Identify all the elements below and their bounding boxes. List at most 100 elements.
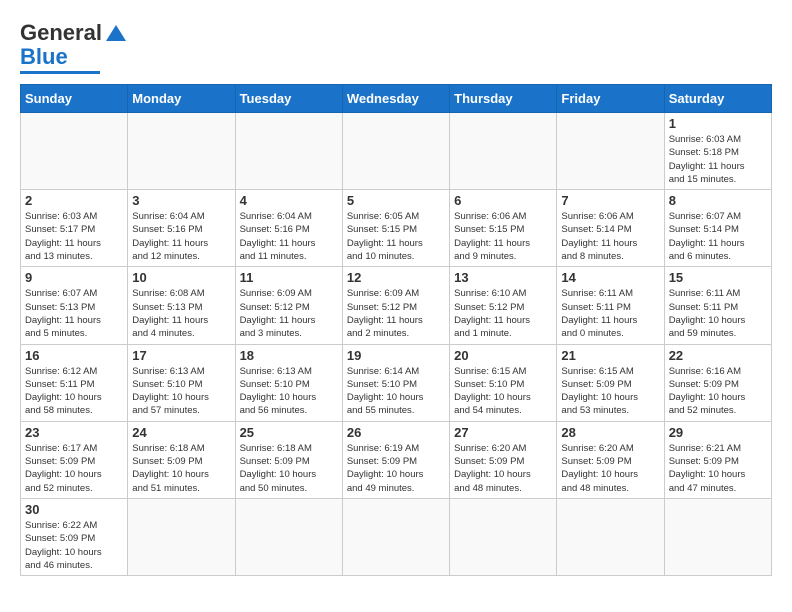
day-number: 19 xyxy=(347,348,445,363)
calendar-row: 23 Sunrise: 6:17 AM Sunset: 5:09 PM Dayli… xyxy=(21,421,772,498)
calendar-cell: 17Sunrise: 6:13 AM Sunset: 5:10 PM Dayli… xyxy=(128,344,235,421)
calendar-cell xyxy=(664,498,771,575)
day-info: Sunrise: 6:04 AM Sunset: 5:16 PM Dayligh… xyxy=(132,210,230,263)
weekday-monday: Monday xyxy=(128,85,235,113)
calendar-cell: 10 Sunrise: 6:08 AM Sunset: 5:13 PM Dayli… xyxy=(128,267,235,344)
calendar-cell xyxy=(21,113,128,190)
day-number: 24 xyxy=(132,425,230,440)
day-number: 8 xyxy=(669,193,767,208)
day-number: 1 xyxy=(669,116,767,131)
day-number: 27 xyxy=(454,425,552,440)
day-number: 14 xyxy=(561,270,659,285)
day-number: 29 xyxy=(669,425,767,440)
day-info: Sunrise: 6:13 AM Sunset: 5:10 PM Dayligh… xyxy=(240,365,338,418)
day-info: Sunrise: 6:15 AM Sunset: 5:09 PM Dayligh… xyxy=(561,365,659,418)
calendar-cell xyxy=(557,498,664,575)
calendar-cell: 23 Sunrise: 6:17 AM Sunset: 5:09 PM Dayli… xyxy=(21,421,128,498)
day-info: Sunrise: 6:06 AM Sunset: 5:15 PM Dayligh… xyxy=(454,210,552,263)
calendar-row: 2Sunrise: 6:03 AM Sunset: 5:17 PM Daylig… xyxy=(21,190,772,267)
day-info: Sunrise: 6:13 AM Sunset: 5:10 PM Dayligh… xyxy=(132,365,230,418)
day-number: 15 xyxy=(669,270,767,285)
calendar-cell: 5 Sunrise: 6:05 AM Sunset: 5:15 PM Daylig… xyxy=(342,190,449,267)
day-info: Sunrise: 6:20 AM Sunset: 5:09 PM Dayligh… xyxy=(561,442,659,495)
calendar-cell: 4 Sunrise: 6:04 AM Sunset: 5:16 PM Daylig… xyxy=(235,190,342,267)
day-info: Sunrise: 6:04 AM Sunset: 5:16 PM Dayligh… xyxy=(240,210,338,263)
day-info: Sunrise: 6:21 AM Sunset: 5:09 PM Dayligh… xyxy=(669,442,767,495)
day-info: Sunrise: 6:10 AM Sunset: 5:12 PM Dayligh… xyxy=(454,287,552,340)
weekday-wednesday: Wednesday xyxy=(342,85,449,113)
calendar-cell: 12Sunrise: 6:09 AM Sunset: 5:12 PM Dayli… xyxy=(342,267,449,344)
calendar-cell: 15 Sunrise: 6:11 AM Sunset: 5:11 PM Dayli… xyxy=(664,267,771,344)
day-info: Sunrise: 6:09 AM Sunset: 5:12 PM Dayligh… xyxy=(347,287,445,340)
day-info: Sunrise: 6:05 AM Sunset: 5:15 PM Dayligh… xyxy=(347,210,445,263)
calendar-cell: 21 Sunrise: 6:15 AM Sunset: 5:09 PM Dayli… xyxy=(557,344,664,421)
day-number: 23 xyxy=(25,425,123,440)
calendar-cell: 27 Sunrise: 6:20 AM Sunset: 5:09 PM Dayli… xyxy=(450,421,557,498)
calendar-cell: 8Sunrise: 6:07 AM Sunset: 5:14 PM Daylig… xyxy=(664,190,771,267)
day-number: 28 xyxy=(561,425,659,440)
calendar-cell: 24 Sunrise: 6:18 AM Sunset: 5:09 PM Dayli… xyxy=(128,421,235,498)
calendar-cell: 18Sunrise: 6:13 AM Sunset: 5:10 PM Dayli… xyxy=(235,344,342,421)
day-number: 4 xyxy=(240,193,338,208)
calendar-cell: 13 Sunrise: 6:10 AM Sunset: 5:12 PM Dayli… xyxy=(450,267,557,344)
calendar-cell: 16Sunrise: 6:12 AM Sunset: 5:11 PM Dayli… xyxy=(21,344,128,421)
day-number: 25 xyxy=(240,425,338,440)
calendar-cell: 11Sunrise: 6:09 AM Sunset: 5:12 PM Dayli… xyxy=(235,267,342,344)
calendar-row: 1 Sunrise: 6:03 AM Sunset: 5:18 PM Daylig… xyxy=(21,113,772,190)
day-info: Sunrise: 6:06 AM Sunset: 5:14 PM Dayligh… xyxy=(561,210,659,263)
logo-blue-text: Blue xyxy=(20,44,68,70)
day-number: 22 xyxy=(669,348,767,363)
day-number: 21 xyxy=(561,348,659,363)
calendar-cell: 2Sunrise: 6:03 AM Sunset: 5:17 PM Daylig… xyxy=(21,190,128,267)
day-number: 10 xyxy=(132,270,230,285)
calendar-cell: 25 Sunrise: 6:18 AM Sunset: 5:09 PM Dayli… xyxy=(235,421,342,498)
day-number: 9 xyxy=(25,270,123,285)
day-info: Sunrise: 6:19 AM Sunset: 5:09 PM Dayligh… xyxy=(347,442,445,495)
calendar-cell: 6Sunrise: 6:06 AM Sunset: 5:15 PM Daylig… xyxy=(450,190,557,267)
day-number: 13 xyxy=(454,270,552,285)
calendar-cell: 29 Sunrise: 6:21 AM Sunset: 5:09 PM Dayli… xyxy=(664,421,771,498)
day-number: 11 xyxy=(240,270,338,285)
calendar-cell xyxy=(342,113,449,190)
day-number: 5 xyxy=(347,193,445,208)
day-number: 7 xyxy=(561,193,659,208)
calendar-cell: 3 Sunrise: 6:04 AM Sunset: 5:16 PM Daylig… xyxy=(128,190,235,267)
calendar-cell: 20Sunrise: 6:15 AM Sunset: 5:10 PM Dayli… xyxy=(450,344,557,421)
day-info: Sunrise: 6:03 AM Sunset: 5:18 PM Dayligh… xyxy=(669,133,767,186)
calendar-row: 30 Sunrise: 6:22 AM Sunset: 5:09 PM Dayli… xyxy=(21,498,772,575)
calendar-cell: 14Sunrise: 6:11 AM Sunset: 5:11 PM Dayli… xyxy=(557,267,664,344)
calendar-cell xyxy=(450,498,557,575)
calendar-cell xyxy=(128,498,235,575)
day-info: Sunrise: 6:18 AM Sunset: 5:09 PM Dayligh… xyxy=(132,442,230,495)
day-info: Sunrise: 6:22 AM Sunset: 5:09 PM Dayligh… xyxy=(25,519,123,572)
logo: General Blue xyxy=(20,20,126,74)
logo-general-text: General xyxy=(20,20,102,46)
calendar-cell xyxy=(235,113,342,190)
day-number: 3 xyxy=(132,193,230,208)
day-info: Sunrise: 6:14 AM Sunset: 5:10 PM Dayligh… xyxy=(347,365,445,418)
day-info: Sunrise: 6:20 AM Sunset: 5:09 PM Dayligh… xyxy=(454,442,552,495)
calendar: SundayMondayTuesdayWednesdayThursdayFrid… xyxy=(20,84,772,576)
day-number: 30 xyxy=(25,502,123,517)
weekday-tuesday: Tuesday xyxy=(235,85,342,113)
calendar-cell: 22Sunrise: 6:16 AM Sunset: 5:09 PM Dayli… xyxy=(664,344,771,421)
calendar-cell: 7 Sunrise: 6:06 AM Sunset: 5:14 PM Daylig… xyxy=(557,190,664,267)
weekday-saturday: Saturday xyxy=(664,85,771,113)
calendar-cell xyxy=(342,498,449,575)
calendar-cell xyxy=(557,113,664,190)
day-info: Sunrise: 6:08 AM Sunset: 5:13 PM Dayligh… xyxy=(132,287,230,340)
header: General Blue xyxy=(20,20,772,74)
calendar-row: 9 Sunrise: 6:07 AM Sunset: 5:13 PM Daylig… xyxy=(21,267,772,344)
day-info: Sunrise: 6:17 AM Sunset: 5:09 PM Dayligh… xyxy=(25,442,123,495)
calendar-cell: 9 Sunrise: 6:07 AM Sunset: 5:13 PM Daylig… xyxy=(21,267,128,344)
calendar-cell xyxy=(450,113,557,190)
day-info: Sunrise: 6:07 AM Sunset: 5:13 PM Dayligh… xyxy=(25,287,123,340)
day-number: 26 xyxy=(347,425,445,440)
day-info: Sunrise: 6:18 AM Sunset: 5:09 PM Dayligh… xyxy=(240,442,338,495)
logo-bar xyxy=(20,71,100,74)
logo-triangle xyxy=(106,25,126,41)
calendar-cell xyxy=(128,113,235,190)
weekday-sunday: Sunday xyxy=(21,85,128,113)
calendar-row: 16Sunrise: 6:12 AM Sunset: 5:11 PM Dayli… xyxy=(21,344,772,421)
day-info: Sunrise: 6:11 AM Sunset: 5:11 PM Dayligh… xyxy=(669,287,767,340)
